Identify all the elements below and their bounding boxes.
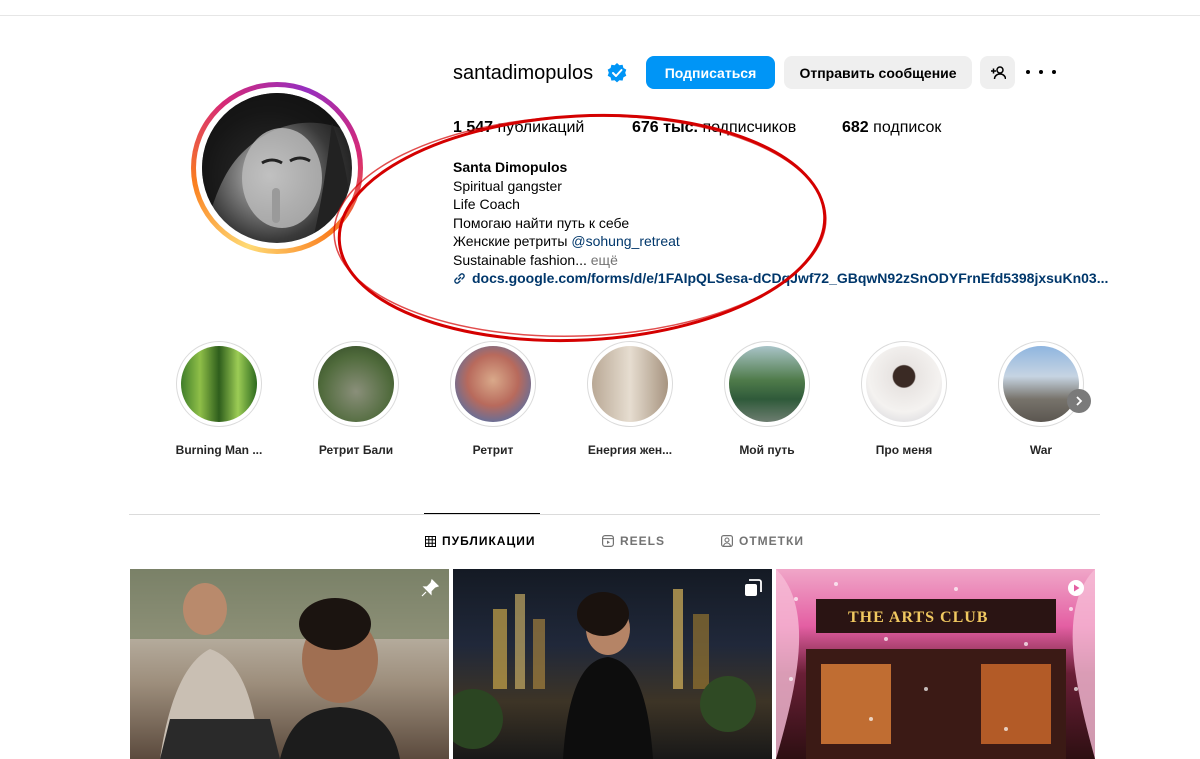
bio-line: Life Coach <box>453 196 520 213</box>
post-thumbnail[interactable]: THE ARTS CLUB <box>776 569 1095 759</box>
carousel-icon <box>745 579 762 596</box>
tab-tagged[interactable]: ОТМЕТКИ <box>721 534 804 548</box>
post-thumbnail[interactable] <box>453 569 772 759</box>
bio-mention-link[interactable]: @sohung_retreat <box>571 233 679 249</box>
verified-badge-icon <box>607 63 627 83</box>
send-message-button[interactable]: Отправить сообщение <box>784 56 972 89</box>
following-stat[interactable]: 682 подписок <box>842 119 941 137</box>
highlight-cover <box>1003 346 1079 422</box>
reels-icon <box>1068 580 1084 596</box>
follow-button[interactable]: Подписаться <box>646 56 775 89</box>
highlight-my-path[interactable]: Мой путь <box>712 341 822 457</box>
avatar-photo <box>202 93 352 243</box>
profile-bio: Santa Dimopulos Spiritual gangster Life … <box>453 158 680 270</box>
bio-line: Помогаю найти путь к себе <box>453 214 630 231</box>
highlight-feminine-energy[interactable]: Енергия жен... <box>575 341 685 457</box>
profile-username: santadimopulos <box>453 62 594 84</box>
active-tab-indicator <box>424 513 540 514</box>
link-icon <box>454 272 465 284</box>
suggested-users-button[interactable] <box>980 56 1015 89</box>
highlight-cover <box>592 346 668 422</box>
pin-icon <box>421 578 440 597</box>
top-divider <box>0 15 1200 16</box>
highlight-retreat-bali[interactable]: Ретрит Бали <box>301 341 411 457</box>
highlight-cover <box>729 346 805 422</box>
tab-posts[interactable]: ПУБЛИКАЦИИ <box>425 534 535 548</box>
highlight-cover <box>866 346 942 422</box>
tab-reels[interactable]: REELS <box>602 534 665 548</box>
highlight-burning-man[interactable]: Burning Man ... <box>164 341 274 457</box>
tabs-divider <box>129 514 1100 515</box>
post-thumbnail[interactable] <box>130 569 449 759</box>
reels-icon <box>602 535 614 547</box>
profile-full-name: Santa Dimopulos <box>453 159 568 175</box>
more-options-icon[interactable] <box>1026 62 1056 82</box>
highlights-next-arrow-icon[interactable] <box>1067 389 1091 413</box>
highlight-cover <box>318 346 394 422</box>
highlight-about-me[interactable]: Про меня <box>849 341 959 457</box>
bio-external-link[interactable]: docs.google.com/forms/d/e/1FAIpQLSesa-dC… <box>453 270 1108 286</box>
add-person-icon <box>990 65 1006 79</box>
bio-line: Женские ретриты @sohung_retreat <box>453 233 680 250</box>
profile-avatar[interactable] <box>191 82 363 254</box>
post-sign-text: THE ARTS CLUB <box>848 609 989 626</box>
grid-icon <box>425 535 436 547</box>
highlight-retreat[interactable]: Ретрит <box>438 341 548 457</box>
bio-line: Sustainable fashion... ещё <box>453 251 618 268</box>
followers-stat[interactable]: 676 тыс. подписчиков <box>632 119 796 137</box>
highlight-cover <box>181 346 257 422</box>
highlight-cover <box>455 346 531 422</box>
tagged-icon <box>721 535 733 547</box>
bio-line: Spiritual gangster <box>453 177 562 194</box>
bio-more-link[interactable]: ещё <box>591 252 618 268</box>
posts-count-stat: 1 547 публикаций <box>453 119 585 136</box>
